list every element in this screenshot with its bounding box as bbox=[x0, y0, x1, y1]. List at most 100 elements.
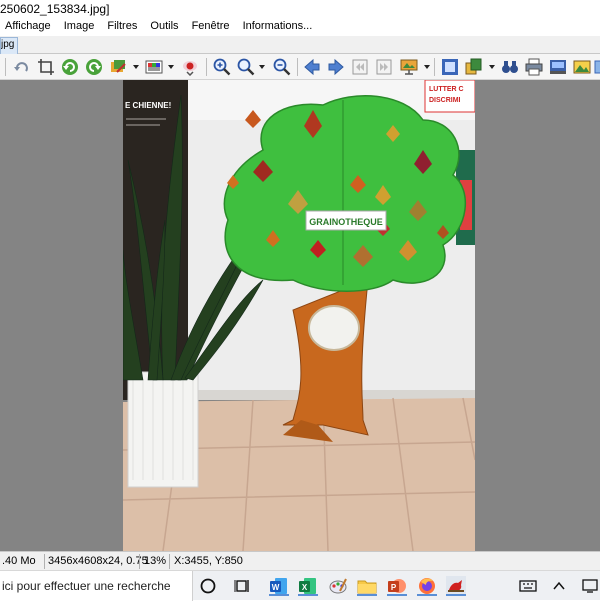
batch-button[interactable] bbox=[573, 58, 591, 76]
first-page-button[interactable] bbox=[351, 58, 369, 76]
find-button[interactable] bbox=[501, 58, 519, 76]
zoom-icon bbox=[237, 58, 255, 76]
image-viewport[interactable]: E CHIENNE! LUTTER C DISCRIMI GRAINOTHEQU… bbox=[0, 80, 600, 551]
image-icon bbox=[573, 60, 591, 74]
running-indicator bbox=[357, 594, 377, 596]
zoom-out-icon bbox=[273, 58, 291, 76]
arrow-left-icon bbox=[304, 58, 320, 76]
svg-text:W: W bbox=[272, 583, 280, 592]
zoom-in-icon bbox=[213, 58, 231, 76]
crop-button[interactable] bbox=[37, 58, 55, 76]
palette-icon bbox=[145, 60, 163, 74]
menu-informations[interactable]: Informations... bbox=[238, 18, 318, 34]
photo-canvas: E CHIENNE! LUTTER C DISCRIMI GRAINOTHEQU… bbox=[123, 80, 475, 551]
slideshow-icon bbox=[400, 59, 418, 75]
page-forward-icon bbox=[376, 59, 392, 75]
cortana-button[interactable] bbox=[198, 576, 218, 596]
word-icon: W bbox=[270, 578, 287, 594]
status-separator bbox=[139, 554, 140, 569]
image-icon bbox=[594, 60, 600, 74]
status-filesize: .40 Mo bbox=[2, 555, 36, 567]
zoom-in-button[interactable] bbox=[213, 58, 231, 76]
color-button[interactable] bbox=[145, 58, 163, 76]
paint-icon bbox=[329, 578, 347, 594]
page-back-icon bbox=[352, 59, 368, 75]
notifications-area-button[interactable] bbox=[518, 576, 538, 596]
binoculars-icon bbox=[502, 61, 518, 73]
status-separator bbox=[44, 554, 45, 569]
scan-button[interactable] bbox=[549, 58, 567, 76]
print-button[interactable] bbox=[525, 58, 543, 76]
title-bar: 250602_153834.jpg] bbox=[0, 0, 600, 18]
irfanview-icon bbox=[446, 576, 466, 596]
effects-dropdown[interactable] bbox=[133, 65, 139, 69]
trunk-hole bbox=[308, 305, 360, 351]
irfanview-window: 250602_153834.jpg] Affichage Image Filtr… bbox=[0, 0, 600, 570]
running-indicator bbox=[269, 594, 289, 596]
taskbar-word[interactable]: W bbox=[269, 576, 289, 596]
running-indicator bbox=[417, 594, 437, 596]
menu-image[interactable]: Image bbox=[59, 18, 100, 34]
poster-left-text: E CHIENNE! bbox=[125, 101, 171, 110]
menu-filtres[interactable]: Filtres bbox=[102, 18, 142, 34]
task-view-icon bbox=[234, 580, 249, 592]
onedrive-button[interactable] bbox=[580, 576, 600, 596]
status-zoom: 13% bbox=[144, 555, 167, 567]
running-indicator bbox=[387, 594, 407, 596]
device-icon bbox=[582, 579, 598, 593]
menu-affichage[interactable]: Affichage bbox=[0, 18, 56, 34]
folder-icon bbox=[357, 580, 377, 594]
taskbar-irfanview[interactable] bbox=[446, 576, 466, 596]
red-eye-button[interactable] bbox=[181, 58, 199, 76]
poster-right-line1: LUTTER C bbox=[429, 86, 464, 93]
tab-image-file[interactable]: jpg bbox=[0, 37, 18, 54]
status-cursor-position: X:3455, Y:850 bbox=[174, 555, 243, 567]
rotate-left-icon bbox=[62, 59, 78, 75]
svg-text:P: P bbox=[391, 583, 397, 592]
rotate-right-button[interactable] bbox=[85, 58, 103, 76]
firefox-icon bbox=[419, 578, 435, 594]
zoom-out-button[interactable] bbox=[273, 58, 291, 76]
effects-button[interactable] bbox=[109, 58, 127, 76]
fit-window-icon bbox=[442, 59, 458, 75]
copy-button[interactable] bbox=[465, 58, 483, 76]
zoom-button[interactable] bbox=[237, 58, 255, 76]
status-dimensions: 3456x4608x24, 0.75 bbox=[48, 555, 148, 567]
taskbar-firefox[interactable] bbox=[417, 576, 437, 596]
taskbar-paint[interactable] bbox=[328, 576, 348, 596]
toolbar-separator bbox=[5, 58, 6, 76]
taskbar-file-explorer[interactable] bbox=[357, 576, 377, 596]
rotate-left-button[interactable] bbox=[61, 58, 79, 76]
slideshow-button[interactable] bbox=[400, 58, 418, 76]
menu-fenetre[interactable]: Fenêtre bbox=[187, 18, 235, 34]
red-eye-icon bbox=[183, 61, 197, 76]
menu-outils[interactable]: Outils bbox=[145, 18, 183, 34]
copy-dropdown[interactable] bbox=[489, 65, 495, 69]
crop-icon bbox=[38, 59, 54, 75]
toolbar bbox=[0, 54, 600, 80]
previous-button[interactable] bbox=[303, 58, 321, 76]
running-indicator bbox=[446, 594, 466, 596]
rotate-right-icon bbox=[86, 59, 102, 75]
status-bar: .40 Mo 3456x4608x24, 0.75 13% X:3455, Y:… bbox=[0, 551, 600, 570]
toolbar-separator bbox=[434, 58, 435, 76]
zoom-dropdown[interactable] bbox=[259, 65, 265, 69]
slideshow-dropdown[interactable] bbox=[424, 65, 430, 69]
taskbar-excel[interactable]: X bbox=[298, 576, 318, 596]
fit-window-button[interactable] bbox=[441, 58, 459, 76]
displayed-photo: E CHIENNE! LUTTER C DISCRIMI GRAINOTHEQU… bbox=[123, 80, 475, 551]
undo-button[interactable] bbox=[13, 58, 31, 76]
next-button[interactable] bbox=[327, 58, 345, 76]
color-dropdown[interactable] bbox=[168, 65, 174, 69]
last-page-button[interactable] bbox=[375, 58, 393, 76]
toolbar-separator bbox=[297, 58, 298, 76]
taskbar-powerpoint[interactable]: P bbox=[387, 576, 407, 596]
more-button[interactable] bbox=[594, 58, 600, 76]
excel-icon: X bbox=[299, 578, 316, 594]
show-hidden-icons-button[interactable] bbox=[549, 576, 569, 596]
windows-taskbar: ici pour effectuer une recherche W X P bbox=[0, 570, 600, 601]
task-view-button[interactable] bbox=[233, 576, 253, 596]
poster-right-line2: DISCRIMI bbox=[429, 97, 461, 104]
taskbar-search-box[interactable]: ici pour effectuer une recherche bbox=[0, 571, 193, 601]
chevron-up-icon bbox=[553, 581, 565, 590]
